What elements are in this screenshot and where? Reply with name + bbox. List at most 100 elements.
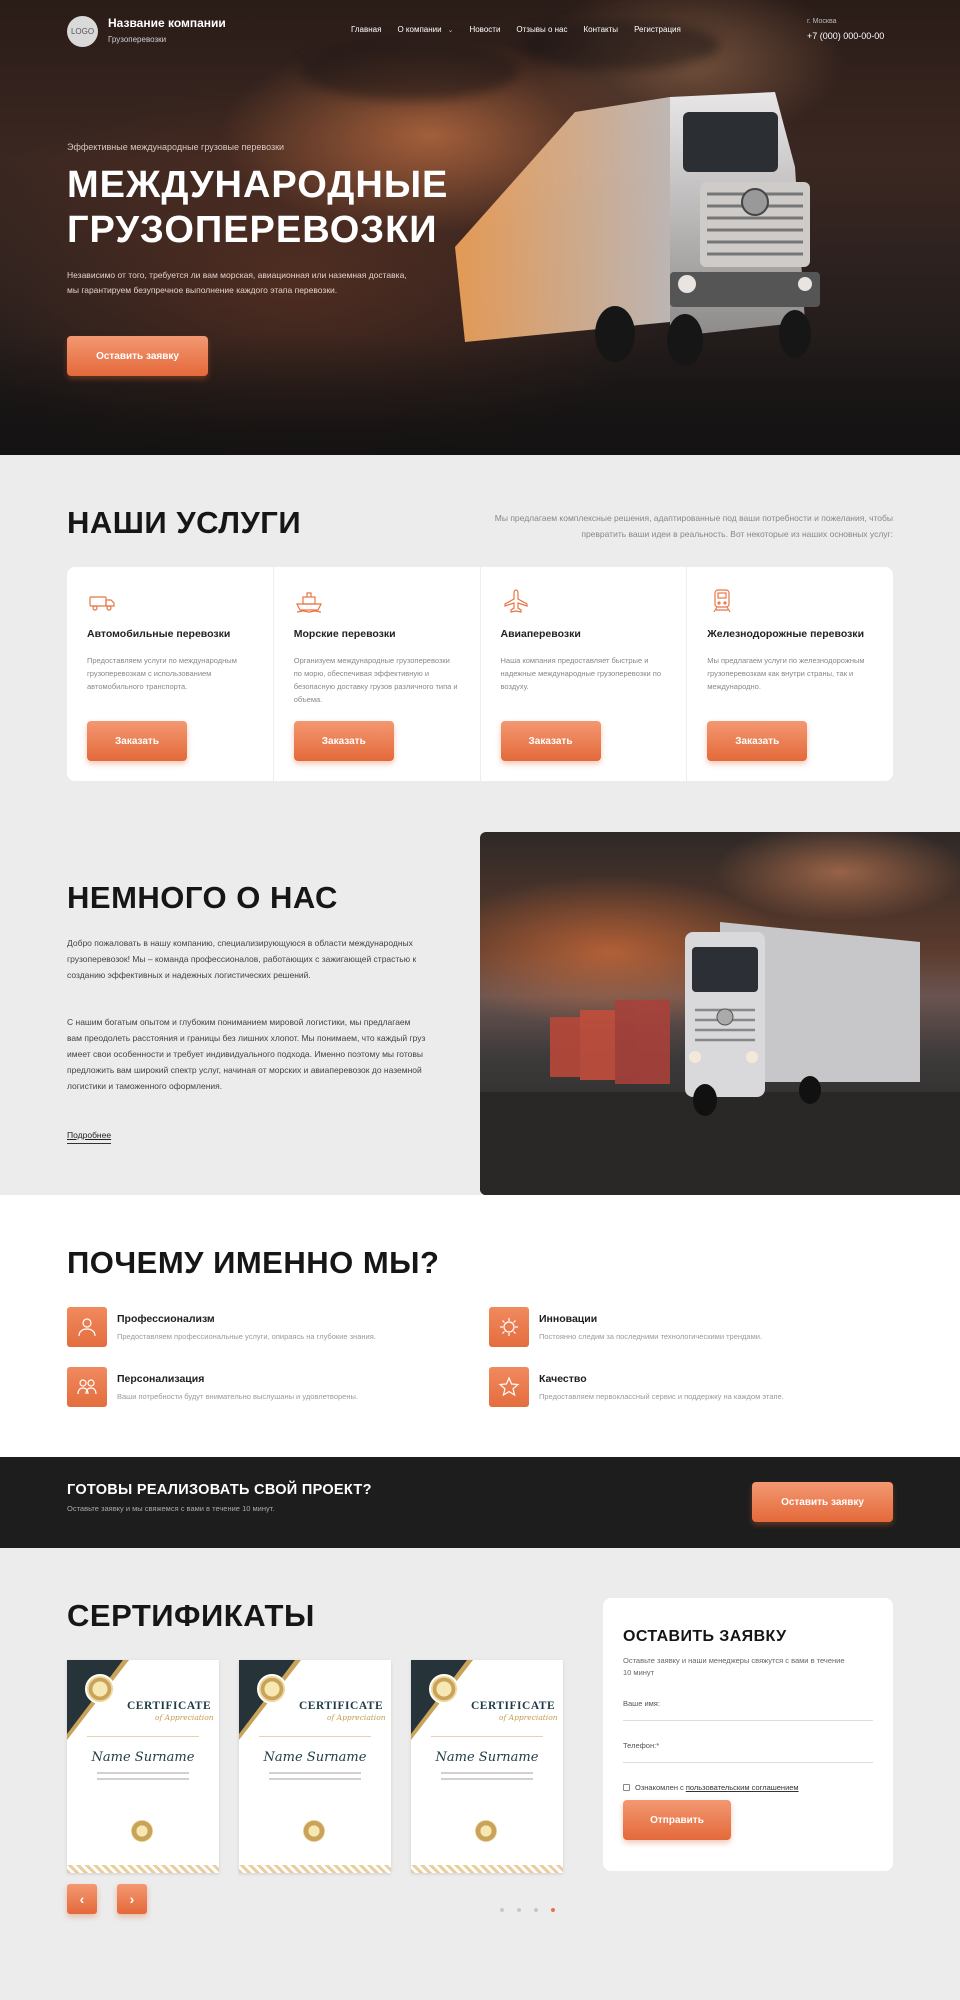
- professional-icon: [67, 1307, 107, 1347]
- certificate-text-line: [269, 1778, 361, 1780]
- certificate-text-line: [97, 1772, 189, 1774]
- order-button[interactable]: Заказать: [500, 721, 601, 761]
- services-description: Мы предлагаем комплексные решения, адапт…: [494, 513, 893, 539]
- cta-subtitle: Оставьте заявку и мы свяжемся с вами в т…: [67, 1504, 275, 1513]
- request-form: ОСТАВИТЬ ЗАЯВКУ Оставьте заявку и наши м…: [603, 1598, 893, 1871]
- certificate-subheading: of Appreciation: [155, 1713, 214, 1722]
- more-link[interactable]: Подробнее: [67, 1130, 112, 1144]
- about-paragraph-2: С нашим богатым опытом и глубоким понима…: [67, 1017, 426, 1091]
- certificate-border: [67, 1865, 219, 1873]
- agreement-link[interactable]: пользовательским соглашением: [686, 1783, 799, 1792]
- hero-pretitle: Эффективные международные грузовые перев…: [67, 142, 285, 152]
- certificate-text-line: [441, 1778, 533, 1780]
- innovation-icon: [489, 1307, 529, 1347]
- service-title: Железнодорожные перевозки: [707, 628, 865, 640]
- prev-arrow-button[interactable]: ‹: [67, 1884, 97, 1914]
- hero-title: МЕЖДУНАРОДНЫЕ ГРУЗОПЕРЕВОЗКИ: [67, 163, 487, 253]
- certificate-card[interactable]: CERTIFICATE of Appreciation Name Surname: [411, 1660, 563, 1873]
- certificate-subheading: of Appreciation: [327, 1713, 386, 1722]
- feature-professionalism: Профессионализм Предоставляем профессион…: [67, 1307, 467, 1351]
- certificate-subheading: of Appreciation: [499, 1713, 558, 1722]
- certificates-title: СЕРТИФИКАТЫ: [67, 1598, 315, 1633]
- certificate-name: Name Surname: [435, 1750, 539, 1765]
- certificate-medal-icon: [131, 1820, 153, 1842]
- certificate-medal-icon: [475, 1820, 497, 1842]
- form-title: ОСТАВИТЬ ЗАЯВКУ: [623, 1628, 787, 1645]
- about-title: НЕМНОГО О НАС: [67, 880, 338, 915]
- company-subtitle: Грузоперевозки: [108, 35, 167, 44]
- train-icon: [713, 589, 731, 613]
- about-section: НЕМНОГО О НАС Добро пожаловать в нашу ко…: [0, 825, 960, 1195]
- nav-item-contacts[interactable]: Контакты: [584, 25, 619, 34]
- hero-section: LOGO Название компании Грузоперевозки Гл…: [0, 0, 960, 455]
- feature-personalization: Персонализация Ваши потребности будут вн…: [67, 1367, 467, 1411]
- order-button[interactable]: Заказать: [707, 721, 808, 761]
- service-text: Мы предлагаем услуги по железнодорожным …: [707, 656, 865, 691]
- arrow-right-icon: ›: [129, 1891, 135, 1907]
- certificate-name: Name Surname: [263, 1750, 367, 1765]
- agreement-row: Ознакомлен с пользовательским соглашение…: [623, 1783, 873, 1792]
- submit-button[interactable]: Отправить: [623, 1800, 731, 1840]
- form-subtitle: Оставьте заявку и наши менеджеры свяжутс…: [623, 1656, 845, 1677]
- top-bar: LOGO Название компании Грузоперевозки Гл…: [67, 0, 893, 60]
- certificate-divider: [431, 1736, 543, 1737]
- agreement-checkbox[interactable]: [623, 1784, 630, 1791]
- certificate-heading: CERTIFICATE: [471, 1700, 556, 1712]
- certificates-section: СЕРТИФИКАТЫ CERTIFICATE of Appreciation …: [0, 1548, 960, 2000]
- service-title: Морские перевозки: [293, 628, 396, 640]
- why-section: ПОЧЕМУ ИМЕННО МЫ? Профессионализм Предос…: [0, 1195, 960, 1457]
- order-button[interactable]: Заказать: [293, 721, 394, 761]
- logo[interactable]: LOGO: [67, 16, 98, 47]
- nav-item-home[interactable]: Главная: [351, 25, 381, 34]
- certificate-border: [239, 1865, 391, 1873]
- service-card-rail: Железнодорожные перевозки Мы предлагаем …: [687, 567, 893, 781]
- hero-truck-image: [455, 92, 820, 366]
- phone-number[interactable]: +7 (000) 000-00-00: [807, 31, 893, 41]
- slider-dot[interactable]: [534, 1908, 538, 1912]
- certificate-text-line: [269, 1772, 361, 1774]
- ship-icon: [295, 592, 322, 613]
- cta-section: ГОТОВЫ РЕАЛИЗОВАТЬ СВОЙ ПРОЕКТ? Оставьте…: [0, 1457, 960, 1548]
- certificate-divider: [87, 1736, 199, 1737]
- next-arrow-button[interactable]: ›: [117, 1884, 147, 1914]
- name-field[interactable]: Ваше имя:: [623, 1699, 873, 1721]
- nav-item-registration[interactable]: Регистрация: [634, 25, 681, 34]
- order-button[interactable]: Заказать: [87, 721, 187, 761]
- company-name: Название компании: [108, 16, 226, 30]
- hero-title-line2: ГРУЗОПЕРЕВОЗКИ: [67, 209, 438, 251]
- certificate-name: Name Surname: [91, 1750, 195, 1765]
- why-title: ПОЧЕМУ ИМЕННО МЫ?: [67, 1245, 440, 1280]
- service-title: Автомобильные перевозки: [87, 628, 231, 640]
- nav-item-about[interactable]: О компании ⌄: [397, 25, 453, 34]
- slider-dots: [500, 1908, 555, 1912]
- certificate-text-line: [97, 1778, 189, 1780]
- feature-quality: Качество Предоставляем первоклассный сер…: [489, 1367, 889, 1411]
- about-paragraph-1: Добро пожаловать в нашу компанию, специа…: [67, 938, 417, 980]
- hero-request-button[interactable]: Оставить заявку: [67, 336, 208, 376]
- service-card-air: Авиаперевозки Наша компания предоставляе…: [481, 567, 688, 781]
- nav-item-reviews[interactable]: Отзывы о нас: [516, 25, 567, 34]
- phone-field[interactable]: Телефон:*: [623, 1741, 873, 1763]
- certificate-heading: CERTIFICATE: [127, 1700, 212, 1712]
- name-field-label: Ваше имя:: [623, 1699, 660, 1708]
- nav-item-about-label: О компании: [397, 25, 442, 34]
- feature-title: Персонализация: [117, 1373, 205, 1385]
- main-nav: Главная О компании ⌄ Новости Отзывы о нас…: [351, 25, 681, 34]
- slider-dot[interactable]: [500, 1908, 504, 1912]
- slider-dot[interactable]: [517, 1908, 521, 1912]
- certificate-card[interactable]: CERTIFICATE of Appreciation Name Surname: [239, 1660, 391, 1873]
- nav-item-news[interactable]: Новости: [469, 25, 500, 34]
- service-title: Авиаперевозки: [500, 628, 581, 640]
- cta-request-button[interactable]: Оставить заявку: [752, 1482, 893, 1522]
- plane-icon: [503, 589, 528, 613]
- hero-description: Независимо от того, требуется ли вам мор…: [67, 270, 407, 295]
- feature-title: Инновации: [539, 1313, 598, 1325]
- quality-star-icon: [489, 1367, 529, 1407]
- chevron-down-icon: ⌄: [447, 27, 454, 34]
- certificate-seal-icon: [257, 1674, 287, 1704]
- certificate-medal-icon: [303, 1820, 325, 1842]
- certificate-card[interactable]: CERTIFICATE of Appreciation Name Surname: [67, 1660, 219, 1873]
- agreement-text: Ознакомлен с: [635, 1783, 684, 1792]
- services-title: НАШИ УСЛУГИ: [67, 505, 302, 540]
- slider-dot-active[interactable]: [551, 1908, 555, 1912]
